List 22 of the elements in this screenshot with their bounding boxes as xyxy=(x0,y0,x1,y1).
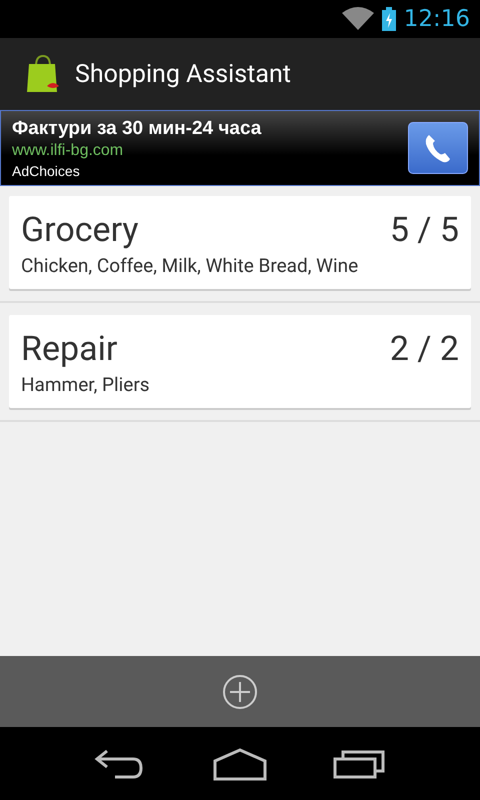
ad-url[interactable]: www.ilfi-bg.com xyxy=(12,142,262,160)
shopping-bag-icon xyxy=(25,54,61,94)
list-card[interactable]: Repair 2 / 2 Hammer, Pliers xyxy=(9,315,471,408)
item-count: 5 / 5 xyxy=(390,210,459,250)
wifi-icon xyxy=(342,7,374,31)
call-button[interactable] xyxy=(408,122,468,174)
home-icon xyxy=(213,746,267,780)
phone-icon xyxy=(423,132,453,164)
adchoices-link[interactable]: AdChoices xyxy=(12,162,262,178)
ad-headline[interactable]: Фактури за 30 мин-24 часа xyxy=(12,118,262,140)
battery-icon xyxy=(382,7,396,31)
home-button[interactable] xyxy=(213,746,267,780)
clock: 12:16 xyxy=(404,6,470,32)
list-card[interactable]: Grocery 5 / 5 Chicken, Coffee, Milk, White Bread, Wine xyxy=(9,196,471,289)
item-summary: Hammer, Pliers xyxy=(21,373,151,396)
add-button[interactable] xyxy=(222,674,258,710)
app-title: Shopping Assistant xyxy=(75,60,291,88)
add-icon xyxy=(222,674,258,710)
list-name: Repair xyxy=(21,329,118,369)
item-summary: Chicken, Coffee, Milk, White Bread, Wine xyxy=(21,254,360,277)
list-name: Grocery xyxy=(21,210,140,250)
item-count: 2 / 2 xyxy=(390,329,459,369)
